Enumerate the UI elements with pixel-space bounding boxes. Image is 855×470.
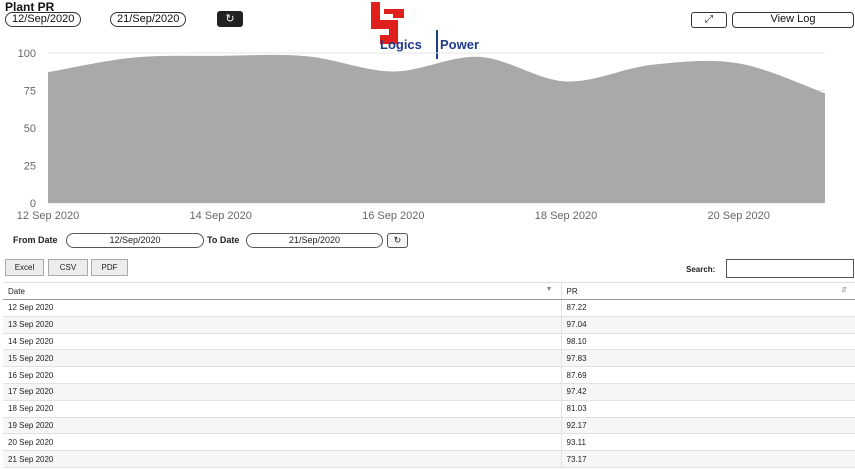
- from-date-label: From Date: [13, 235, 58, 245]
- table-row: 17 Sep 2020 97.42: [3, 383, 855, 401]
- filter-refresh-button[interactable]: ↻: [387, 233, 408, 248]
- search-label: Search:: [686, 265, 716, 274]
- date-to-pill[interactable]: 21/Sep/2020: [110, 12, 187, 27]
- y-tick-label: 0: [30, 198, 36, 210]
- table-row: 15 Sep 2020 97.83: [3, 349, 855, 368]
- to-date-label: To Date: [207, 235, 240, 245]
- data-point: [132, 55, 136, 59]
- chart-canvas: 0 25 50 75 100 12 Sep 2020 14 Sep 2020 16 Sep 2…: [17, 48, 827, 222]
- x-tick-label: 18 Sep 2020: [535, 210, 597, 222]
- view-log-button[interactable]: View Log: [732, 12, 854, 28]
- y-tick-label: 25: [24, 161, 36, 173]
- data-point: [391, 69, 395, 73]
- data-point: [478, 55, 482, 59]
- pr-area-chart: 0 25 50 75 100 12 Sep 2020 14 Sep 2020 16 Sep 2…: [0, 40, 855, 225]
- data-point: [737, 61, 741, 65]
- column-header-pr[interactable]: PR ⇵: [561, 282, 855, 300]
- x-tick-label: 16 Sep 2020: [362, 210, 424, 222]
- date-filter-bar: From Date 12/Sep/2020 To Date 21/Sep/202…: [0, 230, 855, 252]
- expand-button[interactable]: ⤢: [691, 12, 727, 28]
- table-row: 13 Sep 2020 97.04: [3, 316, 855, 334]
- sort-desc-icon: ▼: [545, 286, 553, 293]
- refresh-icon: ↻: [393, 235, 402, 245]
- pr-table: Date ▼ PR ⇵ 12 Sep 2020 87.22 13 Sep 2020…: [3, 282, 855, 468]
- table-row: 14 Sep 2020 98.10: [3, 333, 855, 351]
- export-csv-button[interactable]: CSV: [48, 259, 88, 276]
- refresh-button[interactable]: ↻: [217, 11, 243, 27]
- to-date-input[interactable]: 21/Sep/2020: [246, 233, 383, 248]
- export-pdf-button[interactable]: PDF: [91, 259, 128, 276]
- refresh-icon: ↻: [225, 13, 235, 25]
- x-tick-label: 20 Sep 2020: [707, 210, 769, 222]
- data-point: [564, 79, 568, 83]
- date-from-pill[interactable]: 12/Sep/2020: [5, 12, 82, 27]
- y-tick-label: 100: [18, 48, 36, 60]
- data-point: [305, 54, 309, 58]
- table-row: 19 Sep 2020 92.17: [3, 417, 855, 435]
- data-point: [823, 91, 827, 95]
- table-row: 21 Sep 2020 73.17: [3, 450, 855, 468]
- data-point: [650, 63, 654, 67]
- table-header-row: Date ▼ PR ⇵: [3, 282, 855, 300]
- x-tick-label: 12 Sep 2020: [17, 210, 79, 222]
- from-date-input[interactable]: 12/Sep/2020: [66, 233, 204, 248]
- table-row: 12 Sep 2020 87.22: [3, 299, 855, 317]
- y-tick-label: 50: [24, 123, 36, 135]
- table-row: 18 Sep 2020 81.03: [3, 400, 855, 418]
- search-input[interactable]: [726, 259, 854, 278]
- column-header-date[interactable]: Date ▼: [3, 282, 562, 300]
- table-row: 16 Sep 2020 87.69: [3, 366, 855, 384]
- y-tick-label: 75: [24, 86, 36, 98]
- pr-area-series: [48, 54, 825, 204]
- x-tick-label: 14 Sep 2020: [189, 210, 251, 222]
- table-row: 20 Sep 2020 93.11: [3, 433, 855, 452]
- sort-both-icon: ⇵: [841, 287, 847, 294]
- data-point: [219, 54, 223, 58]
- export-excel-button[interactable]: Excel: [5, 259, 44, 276]
- data-point: [46, 70, 50, 74]
- expand-icon: ⤢: [705, 14, 713, 25]
